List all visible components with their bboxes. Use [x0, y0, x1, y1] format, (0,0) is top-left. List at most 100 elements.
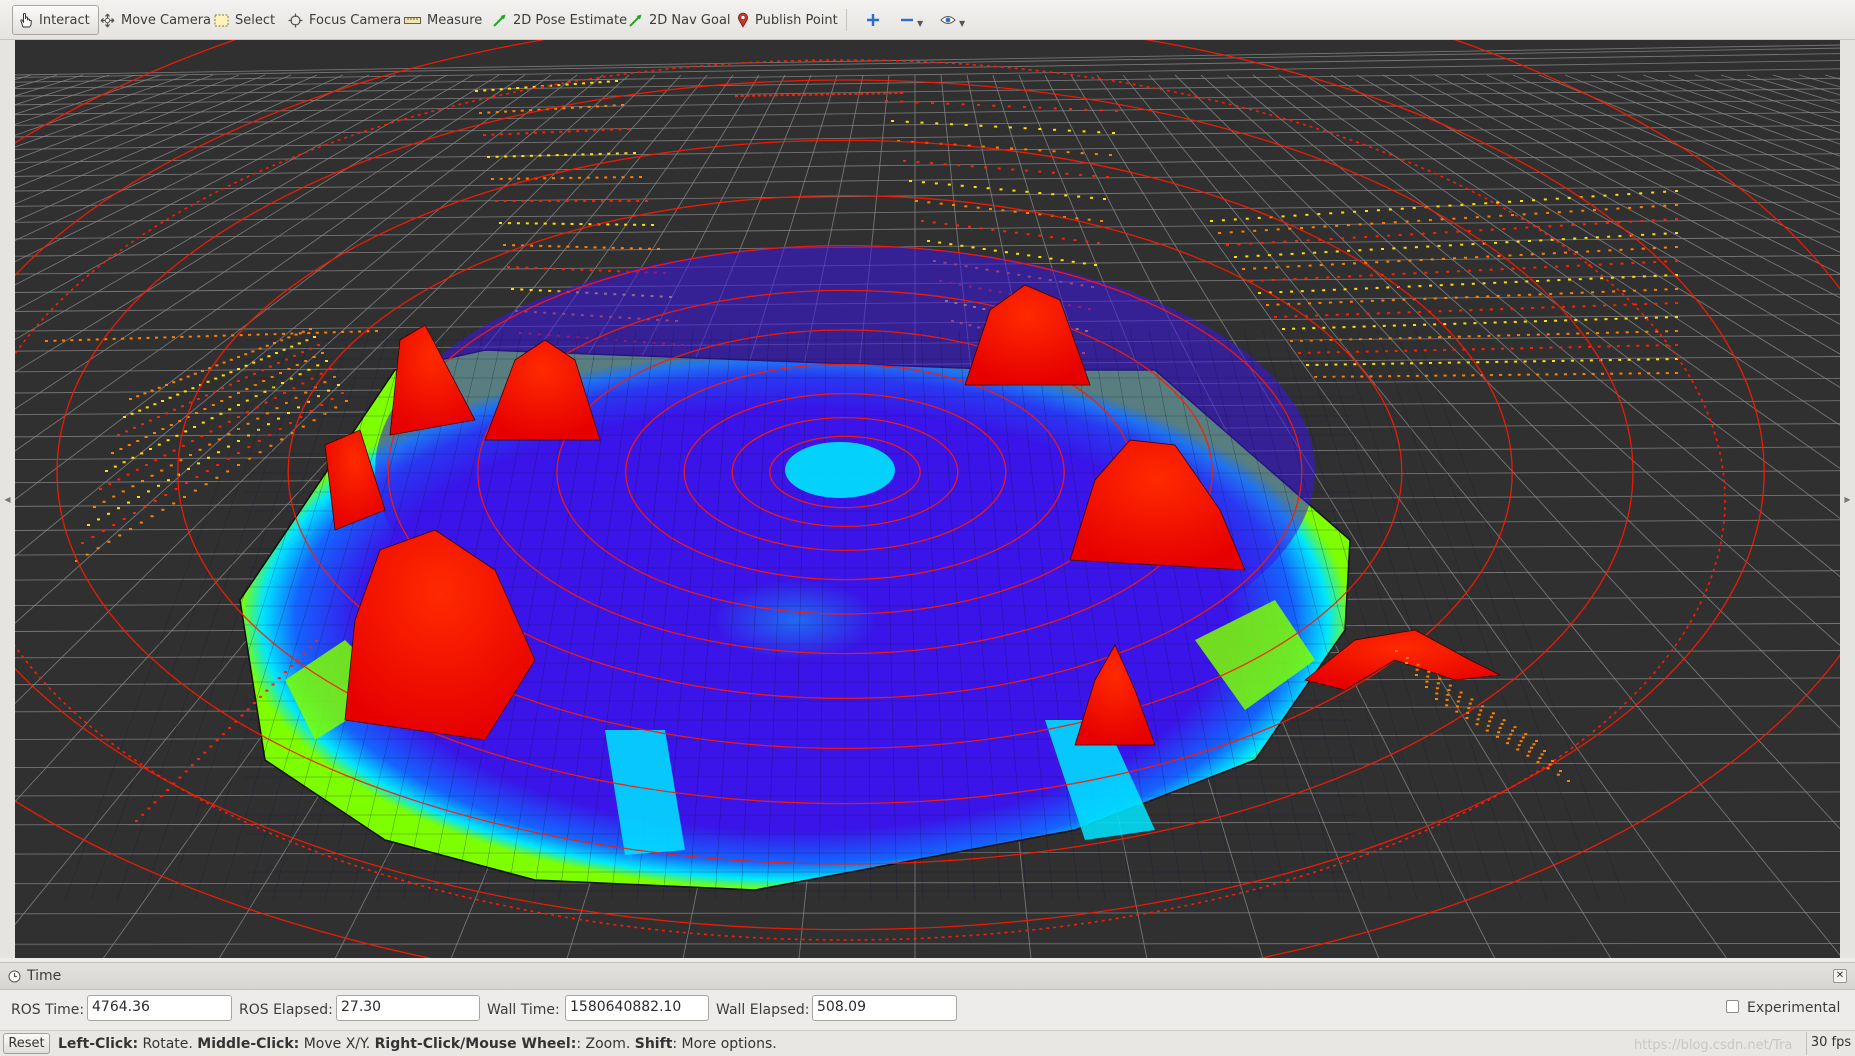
- scan-point: [1618, 235, 1622, 238]
- scan-point: [579, 223, 583, 226]
- nav-goal-tool-button[interactable]: 2D Nav Goal: [624, 5, 735, 35]
- add-tool-button[interactable]: [862, 5, 884, 35]
- scan-point: [979, 124, 983, 127]
- scan-point: [1370, 299, 1374, 302]
- scan-point: [123, 416, 126, 418]
- scan-point: [1341, 375, 1345, 378]
- scan-point: [165, 384, 168, 386]
- scan-point: [1418, 285, 1422, 288]
- measure-label: Measure: [427, 12, 483, 28]
- scan-point: [133, 426, 136, 429]
- scan-point: [263, 390, 267, 393]
- scan-point: [1452, 217, 1456, 220]
- scan-point: [1484, 202, 1488, 205]
- publish-point-tool-button[interactable]: Publish Point: [733, 5, 842, 35]
- pose-estimate-label: 2D Pose Estimate: [513, 12, 628, 28]
- scan-point: [1632, 275, 1636, 278]
- scan-point: [157, 386, 161, 389]
- scan-point: [624, 152, 628, 155]
- focus-camera-tool-button[interactable]: Focus Camera: [284, 5, 405, 35]
- scan-point: [1591, 195, 1595, 198]
- scan-point: [229, 383, 232, 386]
- scan-point: [117, 434, 120, 436]
- scan-point: [938, 241, 942, 244]
- scan-point: [1375, 286, 1379, 289]
- 3d-render-view[interactable]: [15, 40, 1840, 958]
- wall-elapsed-field[interactable]: 508.09: [812, 995, 957, 1021]
- scan-point: [253, 372, 256, 375]
- scan-point: [1488, 720, 1492, 723]
- left-dock-splitter[interactable]: ◀: [0, 40, 15, 958]
- scan-point: [552, 267, 556, 270]
- scan-point: [1472, 203, 1476, 206]
- scan-point: [1415, 674, 1418, 676]
- interact-tool-button[interactable]: Interact: [12, 5, 99, 35]
- scan-point: [507, 266, 510, 268]
- move-camera-tool-button[interactable]: Move Camera: [96, 5, 215, 35]
- scan-point: [1434, 374, 1438, 377]
- scan-point: [229, 371, 233, 374]
- scan-point: [279, 372, 282, 374]
- scan-point: [1315, 363, 1319, 366]
- scan-point: [1631, 262, 1635, 265]
- scan-point: [1582, 305, 1586, 308]
- scan-point: [1675, 288, 1678, 290]
- scan-point: [946, 102, 950, 105]
- measure-tool-button[interactable]: Measure: [400, 5, 486, 35]
- remove-tool-button[interactable]: ▼: [896, 5, 927, 35]
- reset-button[interactable]: Reset: [3, 1033, 50, 1054]
- scan-point: [1097, 131, 1101, 134]
- scan-point: [548, 245, 552, 248]
- scan-point: [221, 374, 225, 377]
- scan-point: [217, 451, 220, 454]
- scan-point: [1324, 251, 1328, 254]
- scan-point: [1430, 258, 1434, 261]
- scan-point: [1447, 689, 1451, 692]
- scan-point: [621, 104, 624, 106]
- scan-point: [283, 392, 286, 394]
- scan-point: [138, 409, 142, 412]
- scan-point: [334, 406, 338, 409]
- scan-point: [265, 689, 269, 692]
- scan-point: [606, 223, 610, 226]
- ros-elapsed-field[interactable]: 27.30: [336, 995, 480, 1021]
- ros-elapsed-label: ROS Elapsed:: [239, 1002, 333, 1018]
- scan-point: [1038, 128, 1042, 130]
- scan-point: [1352, 236, 1356, 239]
- scan-point: [1407, 285, 1411, 288]
- scan-point: [1346, 224, 1350, 227]
- scan-point: [143, 506, 147, 508]
- scan-point: [1004, 251, 1008, 254]
- scan-point: [1564, 319, 1568, 322]
- scan-point: [150, 515, 154, 518]
- scan-point: [984, 166, 988, 169]
- scan-point: [226, 470, 230, 473]
- select-tool-button[interactable]: Select: [210, 5, 279, 35]
- scan-point: [604, 176, 608, 179]
- wall-time-field[interactable]: 1580640882.10: [565, 995, 709, 1021]
- ros-time-field[interactable]: 4764.36: [87, 995, 232, 1021]
- right-dock-splitter[interactable]: ▶: [1840, 40, 1855, 958]
- scan-point: [638, 247, 642, 250]
- scan-point: [93, 506, 96, 508]
- view-options-button[interactable]: ▼: [936, 5, 969, 35]
- scan-point: [1305, 213, 1309, 216]
- scan-point: [1345, 313, 1349, 316]
- scan-point: [1555, 265, 1559, 268]
- scan-point: [214, 334, 218, 337]
- scan-point: [621, 176, 625, 179]
- ros-time-label: ROS Time:: [11, 1002, 85, 1018]
- scan-point: [197, 462, 200, 465]
- scan-point: [1594, 318, 1598, 321]
- scan-point: [1443, 374, 1447, 377]
- scan-point: [1491, 347, 1495, 350]
- close-icon[interactable]: ✕: [1833, 969, 1847, 983]
- scan-point: [1621, 276, 1625, 279]
- scan-point: [1453, 322, 1457, 325]
- pose-estimate-tool-button[interactable]: 2D Pose Estimate: [488, 5, 631, 35]
- scan-point: [150, 389, 154, 392]
- scan-point: [193, 426, 196, 428]
- scan-point: [1080, 152, 1084, 155]
- experimental-checkbox[interactable]: [1726, 1000, 1739, 1013]
- scan-point: [1311, 289, 1315, 292]
